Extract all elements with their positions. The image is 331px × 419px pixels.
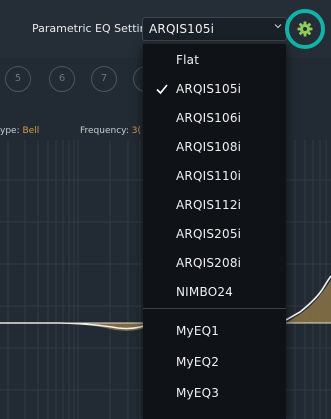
checkmark-icon: [156, 84, 168, 95]
band-button-7[interactable]: 7: [91, 66, 117, 92]
menu-divider: [143, 308, 286, 309]
filter-type-label: ype: Bell: [0, 126, 40, 136]
eq-preset-select[interactable]: ARQIS105i: [142, 17, 287, 41]
menu-item-nimbo24[interactable]: NIMBO24: [143, 276, 286, 310]
menu-item-myeq3[interactable]: MyEQ3: [143, 377, 286, 411]
chevron-down-icon: [274, 24, 282, 29]
menu-item-myeq2[interactable]: MyEQ2: [143, 346, 286, 380]
settings-button[interactable]: [285, 9, 325, 49]
menu-item-myeq1[interactable]: MyEQ1: [143, 315, 286, 349]
filter-type-value: Bell: [22, 126, 40, 136]
gear-icon: [297, 21, 313, 37]
frequency-label: Frequency: 3(: [80, 126, 141, 136]
frequency-value: 3(: [131, 126, 141, 136]
band-button-5[interactable]: 5: [5, 66, 31, 92]
eq-preset-selected-value: ARQIS105i: [149, 22, 215, 36]
band-button-6[interactable]: 6: [49, 66, 75, 92]
eq-setting-label: Parametric EQ Setting: [32, 22, 154, 35]
eq-preset-dropdown-menu: Flat ARQIS105i ARQIS106i ARQIS108i ARQIS…: [143, 44, 286, 419]
